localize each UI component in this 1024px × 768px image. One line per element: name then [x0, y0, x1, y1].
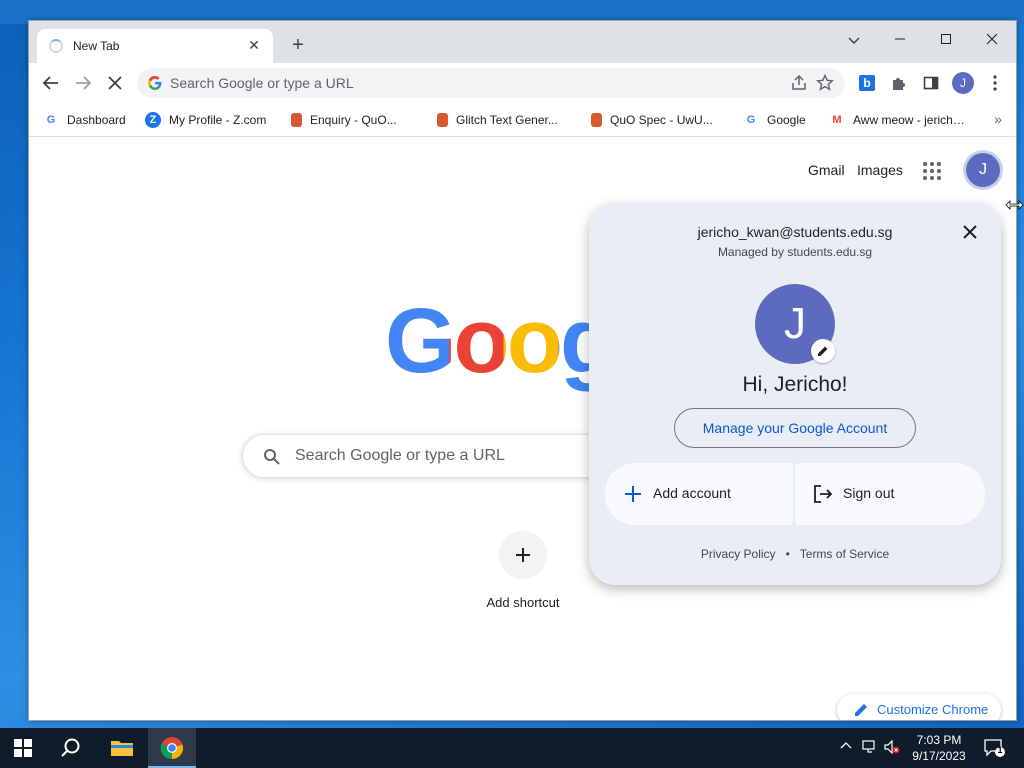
side-panel-icon: [923, 76, 939, 90]
gmail-link[interactable]: Gmail: [808, 162, 845, 178]
account-menu-popup: jericho_kwan@students.edu.sg Managed by …: [589, 203, 1001, 585]
action-center-button[interactable]: 1: [984, 738, 1006, 758]
tab-close-button[interactable]: ✕: [245, 36, 263, 54]
share-icon[interactable]: [789, 73, 809, 93]
notification-count: 1: [997, 745, 1003, 755]
manage-account-button[interactable]: Manage your Google Account: [674, 408, 916, 448]
bookmark-item[interactable]: Enquiry - QuO...: [291, 111, 423, 129]
search-icon: [264, 449, 280, 465]
bookmark-item[interactable]: QuO Spec - UwU...: [591, 111, 729, 129]
add-shortcut-button[interactable]: [499, 531, 547, 579]
logout-icon: [814, 485, 833, 503]
clock-time: 7:03 PM: [916, 733, 962, 747]
chrome-icon: [160, 737, 184, 760]
clock-date: 9/17/2023: [912, 749, 966, 763]
close-window-button[interactable]: [969, 25, 1015, 55]
forward-button[interactable]: [69, 69, 97, 97]
gmail-icon: M: [832, 114, 842, 126]
stop-loading-button[interactable]: [101, 69, 129, 97]
bookmark-item[interactable]: G Dashboard: [43, 111, 133, 129]
side-panel-button[interactable]: [917, 69, 945, 97]
google-g-icon: G: [746, 114, 756, 126]
close-icon: [986, 33, 998, 45]
images-link[interactable]: Images: [857, 162, 903, 178]
minimize-icon: [895, 38, 905, 40]
plus-icon: [625, 486, 641, 502]
account-email: jericho_kwan@students.edu.sg: [697, 224, 893, 240]
pencil-icon: [818, 346, 828, 356]
bookmark-item[interactable]: G Google: [743, 111, 815, 129]
customize-chrome-label: Customize Chrome: [877, 702, 989, 717]
system-clock[interactable]: 7:03 PM 9/17/2023: [906, 732, 972, 764]
popup-footer: Privacy Policy • Terms of Service: [589, 547, 1001, 561]
bookmark-item[interactable]: Glitch Text Gener...: [437, 111, 573, 129]
managed-by-text: Managed by students.edu.sg: [717, 245, 873, 259]
arrow-right-icon: [76, 76, 92, 90]
tab-search-dropdown-button[interactable]: [831, 25, 877, 55]
loading-spinner-icon: [49, 39, 63, 53]
chevron-down-icon: [848, 37, 860, 44]
search-placeholder: Search Google or type a URL: [295, 447, 505, 464]
doc-icon: [437, 113, 448, 127]
greeting: Hi, Jericho!: [742, 373, 848, 396]
maximize-icon: [941, 34, 951, 44]
network-icon[interactable]: [862, 740, 878, 756]
doc-icon: [291, 113, 302, 127]
address-bar-placeholder: Search Google or type a URL: [170, 75, 354, 91]
maximize-button[interactable]: [923, 25, 969, 55]
footer-separator: •: [785, 547, 790, 561]
title-bar[interactable]: New Tab ✕ +: [29, 21, 1016, 63]
profile-avatar: J: [952, 72, 974, 94]
doc-icon: [591, 113, 602, 127]
bookmark-item[interactable]: M Aww meow - jericho...: [829, 111, 967, 129]
account-avatar[interactable]: J: [966, 153, 1000, 187]
google-apps-grid-icon[interactable]: [923, 162, 943, 182]
more-vert-icon: [993, 75, 997, 91]
edit-avatar-button[interactable]: [811, 339, 835, 363]
customize-chrome-button[interactable]: Customize Chrome: [837, 694, 1001, 720]
extensions-button[interactable]: [885, 69, 913, 97]
plus-icon: [516, 548, 530, 562]
taskbar-chrome-button[interactable]: [148, 728, 196, 768]
extension-b-icon: b: [859, 75, 875, 91]
browser-toolbar: Search Google or type a URL b J: [29, 63, 1016, 103]
tray-chevron-up-icon[interactable]: [838, 740, 854, 756]
tab-title: New Tab: [73, 39, 120, 53]
search-icon[interactable]: [60, 737, 82, 759]
chrome-window: New Tab ✕ + Search Google or type a URL …: [28, 20, 1017, 721]
bookmark-item[interactable]: Z My Profile - Z.com: [145, 111, 275, 129]
google-g-icon: [148, 76, 162, 90]
privacy-policy-link[interactable]: Privacy Policy: [701, 547, 776, 561]
volume-muted-icon[interactable]: [884, 739, 900, 756]
add-shortcut-label[interactable]: Add shortcut: [469, 595, 577, 610]
resize-cursor-icon: [1005, 200, 1024, 210]
back-button[interactable]: [37, 69, 65, 97]
minimize-button[interactable]: [877, 25, 923, 55]
puzzle-icon: [893, 78, 905, 90]
address-bar[interactable]: Search Google or type a URL: [137, 68, 845, 98]
stop-icon: [108, 76, 122, 90]
sign-out-button[interactable]: Sign out: [795, 463, 985, 525]
google-logo-text: Goog: [385, 290, 616, 392]
bookmarks-bar: G Dashboard Z My Profile - Z.com Enquiry…: [29, 103, 1016, 137]
profile-button[interactable]: J: [949, 69, 977, 97]
terms-of-service-link[interactable]: Terms of Service: [800, 547, 889, 561]
tab-new-tab[interactable]: New Tab ✕: [37, 29, 273, 63]
add-account-button[interactable]: Add account: [605, 463, 793, 525]
chrome-menu-button[interactable]: [981, 69, 1009, 97]
bookmarks-overflow-chevron-icon[interactable]: »: [994, 111, 1002, 127]
extension-b-button[interactable]: b: [853, 69, 881, 97]
file-explorer-icon[interactable]: [110, 738, 134, 758]
sign-out-label: Sign out: [843, 485, 895, 501]
windows-taskbar: 7:03 PM 9/17/2023 1: [0, 728, 1024, 768]
new-tab-button[interactable]: +: [287, 34, 309, 56]
bookmark-star-icon[interactable]: [815, 73, 835, 93]
google-g-icon: G: [46, 114, 56, 126]
arrow-left-icon: [42, 76, 58, 90]
add-account-label: Add account: [653, 485, 731, 501]
z-icon: Z: [145, 112, 161, 128]
pencil-icon: [855, 704, 867, 716]
account-actions: Add account Sign out: [605, 463, 985, 525]
windows-start-icon[interactable]: [14, 739, 32, 757]
